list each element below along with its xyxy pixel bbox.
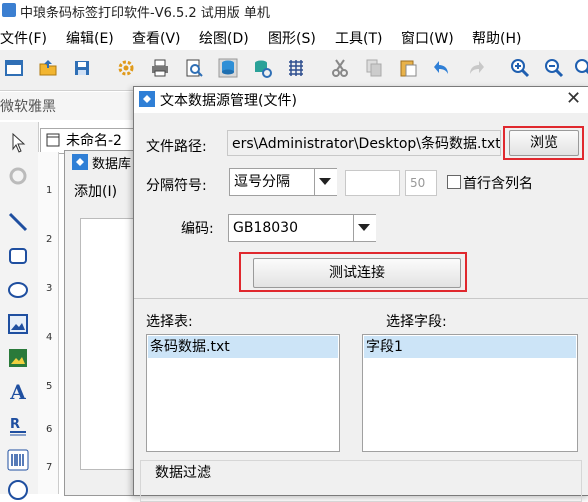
font-selector[interactable]: 微软雅黑 (0, 96, 56, 116)
svg-text:R: R (10, 417, 20, 432)
undo-icon[interactable] (432, 58, 452, 78)
label-canvas (80, 218, 134, 470)
chevron-down-icon (358, 224, 370, 231)
table-list-item[interactable]: 条码数据.txt (148, 336, 338, 358)
header-row-checkbox[interactable] (447, 175, 461, 189)
ruler-number: 5 (46, 381, 53, 392)
ruler-number: 2 (46, 234, 53, 245)
data-filter-label: 数据过滤 (152, 462, 214, 482)
database-icon[interactable] (218, 58, 238, 78)
document-tab-label: 未命名-2 (66, 133, 122, 149)
pointer-tool-icon[interactable] (6, 131, 30, 155)
close-icon[interactable]: ✕ (566, 88, 581, 109)
rich-text-tool-icon[interactable]: R (6, 414, 30, 438)
db-settings-icon[interactable] (252, 58, 272, 78)
document-icon (46, 133, 60, 147)
image-tool-icon[interactable] (6, 312, 30, 336)
zoom-out-icon[interactable] (544, 58, 564, 78)
zoom-fit-icon[interactable] (574, 58, 588, 78)
test-connection-highlight-box (239, 252, 467, 292)
paste-icon[interactable] (398, 58, 418, 78)
add-button[interactable]: 添加(I) (74, 181, 117, 201)
chevron-down-icon (319, 178, 331, 185)
barcode-tool-icon[interactable] (6, 448, 30, 472)
ruler-number: 7 (46, 462, 53, 473)
save-icon[interactable] (72, 58, 92, 78)
grid-icon[interactable] (286, 58, 306, 78)
copy-icon[interactable] (364, 58, 384, 78)
select-field-label: 选择字段: (386, 314, 447, 330)
file-path-label: 文件路径: (146, 139, 207, 155)
field-list-item[interactable]: 字段1 (364, 336, 576, 358)
header-row-label: 首行含列名 (463, 176, 533, 192)
rotate-tool-icon[interactable] (6, 164, 30, 188)
ellipse-tool-icon[interactable] (6, 278, 30, 302)
separator-label: 分隔符号: (146, 178, 207, 194)
app-title: 中琅条码标签打印软件-V6.5.2 试用版 单机 (20, 6, 270, 21)
text-tool-icon[interactable]: A (6, 380, 30, 404)
menu-view[interactable]: 查看(V) (132, 28, 181, 48)
menu-window[interactable]: 窗口(W) (401, 28, 454, 48)
file-path-field[interactable]: ers\Administrator\Desktop\条码数据.txt (227, 130, 501, 156)
menu-tools[interactable]: 工具(T) (335, 28, 382, 48)
redo-icon[interactable] (466, 58, 486, 78)
zoom-in-icon[interactable] (510, 58, 530, 78)
rectangle-tool-icon[interactable] (6, 244, 30, 268)
dialog-title: 文本数据源管理(文件) (160, 93, 297, 109)
menu-draw[interactable]: 绘图(D) (199, 28, 249, 48)
qrcode-tool-icon[interactable] (6, 478, 30, 502)
new-icon[interactable] (4, 58, 24, 78)
menu-help[interactable]: 帮助(H) (472, 28, 521, 48)
line-tool-icon[interactable] (6, 210, 30, 234)
menu-shape[interactable]: 图形(S) (268, 28, 316, 48)
menu-file[interactable]: 文件(F) (0, 28, 47, 48)
cut-icon[interactable] (330, 58, 350, 78)
app-logo-icon (2, 3, 16, 17)
ruler-number: 4 (46, 332, 53, 343)
print-icon[interactable] (150, 58, 170, 78)
picture-tool-icon[interactable] (6, 346, 30, 370)
ruler-number: 6 (46, 424, 53, 435)
browse-highlight-box (503, 126, 584, 160)
database-window-icon (72, 154, 88, 170)
ruler-number: 1 (46, 185, 53, 196)
vertical-ruler (38, 152, 59, 494)
column-width-input[interactable]: 50 (405, 170, 437, 196)
encoding-label: 编码: (181, 221, 214, 237)
open-icon[interactable] (38, 58, 58, 78)
custom-separator-input[interactable] (345, 170, 400, 196)
ruler-number: 3 (46, 283, 53, 294)
print-preview-icon[interactable] (184, 58, 204, 78)
database-window-title: 数据库 (92, 157, 132, 172)
select-table-label: 选择表: (146, 314, 193, 330)
divider (134, 298, 588, 299)
dialog-icon (139, 91, 155, 107)
menu-edit[interactable]: 编辑(E) (66, 28, 114, 48)
settings-icon[interactable] (116, 58, 136, 78)
